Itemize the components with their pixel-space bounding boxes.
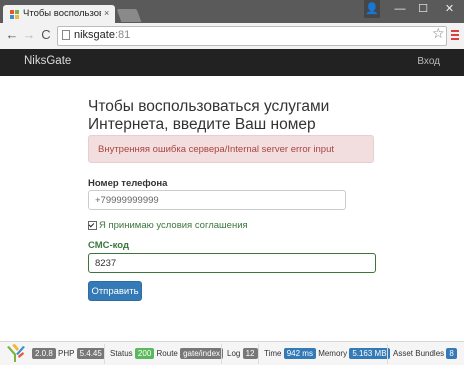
divider <box>258 344 259 364</box>
login-link[interactable]: Вход <box>417 56 440 67</box>
status-badge: 200 <box>134 348 155 359</box>
address-bar[interactable]: niksgate:81 <box>57 26 447 46</box>
debug-toolbar: 2.0.8 PHP 5.4.45 Status 200 Route gate/i… <box>0 341 464 365</box>
tab-close-icon[interactable]: × <box>104 8 109 18</box>
browser-toolbar: ← → C niksgate:81 <box>0 23 464 50</box>
divider <box>104 344 105 364</box>
memory-badge: 5.163 MB <box>349 348 390 359</box>
new-tab-button[interactable] <box>116 9 142 22</box>
submit-button[interactable]: Отправить <box>88 281 142 301</box>
close-window-icon[interactable]: ✕ <box>435 0 464 18</box>
minimize-icon[interactable]: — <box>389 0 411 18</box>
php-version-badge: 5.4.45 <box>76 348 105 359</box>
status-label: Status <box>110 349 133 358</box>
bundles-label: Asset Bundles <box>393 349 445 358</box>
debug-log[interactable]: Log 12 <box>227 348 258 359</box>
site-navbar: NiksGate Вход <box>0 49 464 76</box>
route-badge: gate/index <box>180 348 224 359</box>
browser-menu-icon[interactable] <box>451 30 459 42</box>
debug-asset-bundles[interactable]: Asset Bundles 8 <box>393 348 457 359</box>
route-label: Route <box>156 349 178 358</box>
error-alert: Внутренняя ошибка сервера/Internal serve… <box>88 135 374 163</box>
divider <box>221 344 222 364</box>
time-badge: 942 ms <box>283 348 316 359</box>
address-url: niksgate:81 <box>74 29 130 41</box>
browser-tabstrip: Чтобы воспользоваться × 👤 — ☐ ✕ <box>0 0 464 23</box>
yii-logo-icon[interactable] <box>6 344 26 364</box>
sms-code-label: СМС-код <box>88 240 130 251</box>
debug-status[interactable]: Status 200 Route gate/index <box>110 348 224 359</box>
agree-checkbox[interactable] <box>88 221 97 230</box>
maximize-icon[interactable]: ☐ <box>412 0 434 18</box>
divider <box>387 344 388 364</box>
agree-label[interactable]: Я принимаю условия соглашения <box>99 220 248 231</box>
back-arrow-icon[interactable]: ← <box>4 27 20 43</box>
yii-version-badge: 2.0.8 <box>32 348 56 359</box>
yii-favicon-icon <box>10 10 19 19</box>
url-port: :81 <box>114 29 131 41</box>
browser-tab[interactable]: Чтобы воспользоваться × <box>3 5 115 23</box>
bookmark-star-icon[interactable]: ☆ <box>432 25 445 42</box>
log-label: Log <box>227 349 241 358</box>
reload-icon[interactable]: C <box>38 27 54 43</box>
phone-input[interactable] <box>88 190 346 210</box>
sms-code-input[interactable] <box>88 253 376 273</box>
memory-label: Memory <box>318 349 348 358</box>
brand-link[interactable]: NiksGate <box>24 55 71 67</box>
url-host: niksgate <box>74 29 115 41</box>
phone-label: Номер телефона <box>88 178 168 189</box>
time-label: Time <box>264 349 282 358</box>
log-badge: 12 <box>242 348 258 359</box>
debug-yii-version[interactable]: 2.0.8 PHP 5.4.45 <box>32 348 105 359</box>
forward-arrow-icon[interactable]: → <box>21 27 37 43</box>
user-profile-icon[interactable]: 👤 <box>364 0 380 18</box>
error-alert-text: Внутренняя ошибка сервера/Internal serve… <box>98 144 335 155</box>
tab-title: Чтобы воспользоваться <box>23 8 101 19</box>
bundles-badge: 8 <box>446 348 457 359</box>
php-label: PHP <box>58 349 75 358</box>
debug-time-memory[interactable]: Time 942 ms Memory 5.163 MB <box>264 348 390 359</box>
page-icon <box>62 30 70 40</box>
